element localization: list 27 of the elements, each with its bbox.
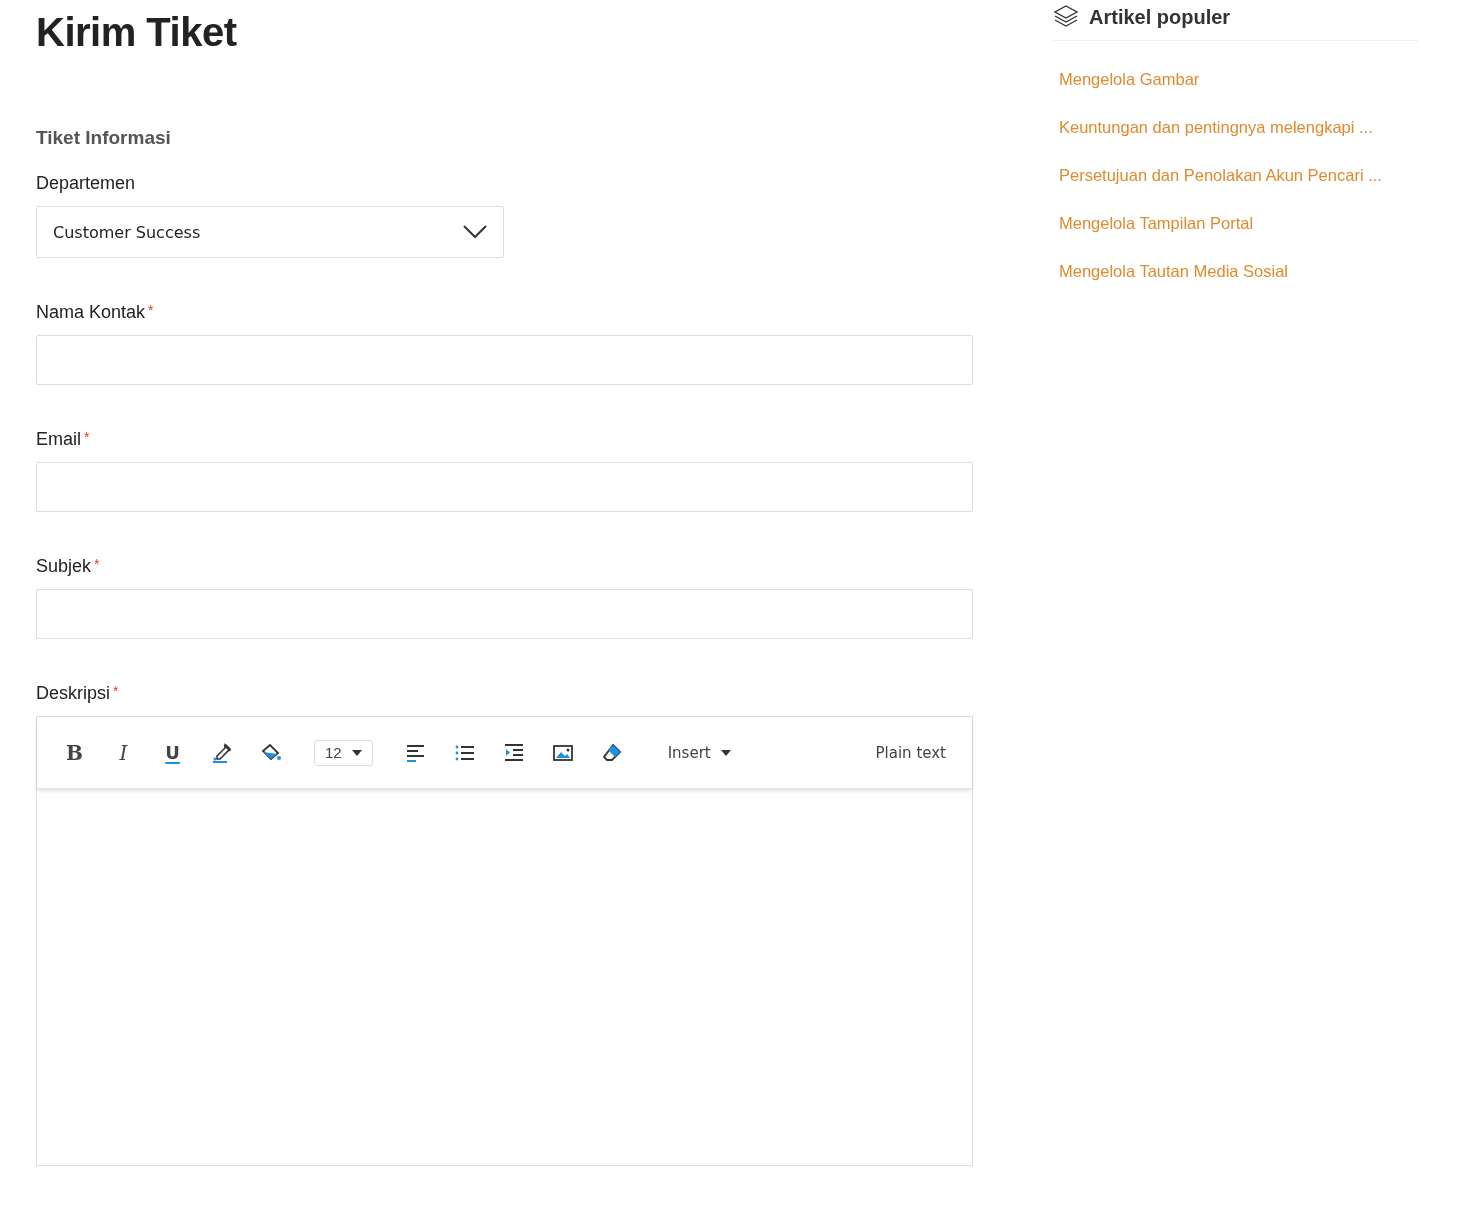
required-mark: * (113, 683, 119, 699)
field-label: Subjek (36, 556, 92, 577)
input-field[interactable] (36, 462, 973, 512)
font-size-select[interactable]: 12 (314, 739, 373, 766)
sidebar-title: Artikel populer (1089, 5, 1231, 29)
italic-button[interactable]: I (106, 735, 141, 770)
page-title: Kirim Tiket (36, 10, 238, 55)
description-editor[interactable]: B I U 12 Insert Plain text (36, 716, 973, 1166)
layers-icon (1053, 4, 1079, 30)
chevron-down-icon (463, 225, 487, 239)
field-label: Deskripsi (36, 683, 110, 704)
required-mark: * (94, 556, 100, 572)
required-mark: * (148, 302, 154, 318)
field-label: Nama Kontak (36, 302, 146, 323)
field-label: Email (36, 429, 81, 450)
section-heading: Tiket Informasi (36, 127, 172, 149)
insert-menu[interactable]: Insert (661, 742, 737, 763)
field-label: Departemen (36, 173, 136, 194)
input-field[interactable] (36, 335, 973, 385)
underline-button[interactable]: U (155, 735, 190, 770)
input-field[interactable] (36, 589, 973, 639)
department-select[interactable]: Customer Success (36, 206, 504, 258)
required-mark: * (84, 429, 90, 445)
plain-text-toggle[interactable]: Plain text (869, 742, 952, 763)
caret-icon (351, 749, 362, 756)
caret-icon (720, 749, 731, 756)
bold-button[interactable]: B (57, 735, 92, 770)
